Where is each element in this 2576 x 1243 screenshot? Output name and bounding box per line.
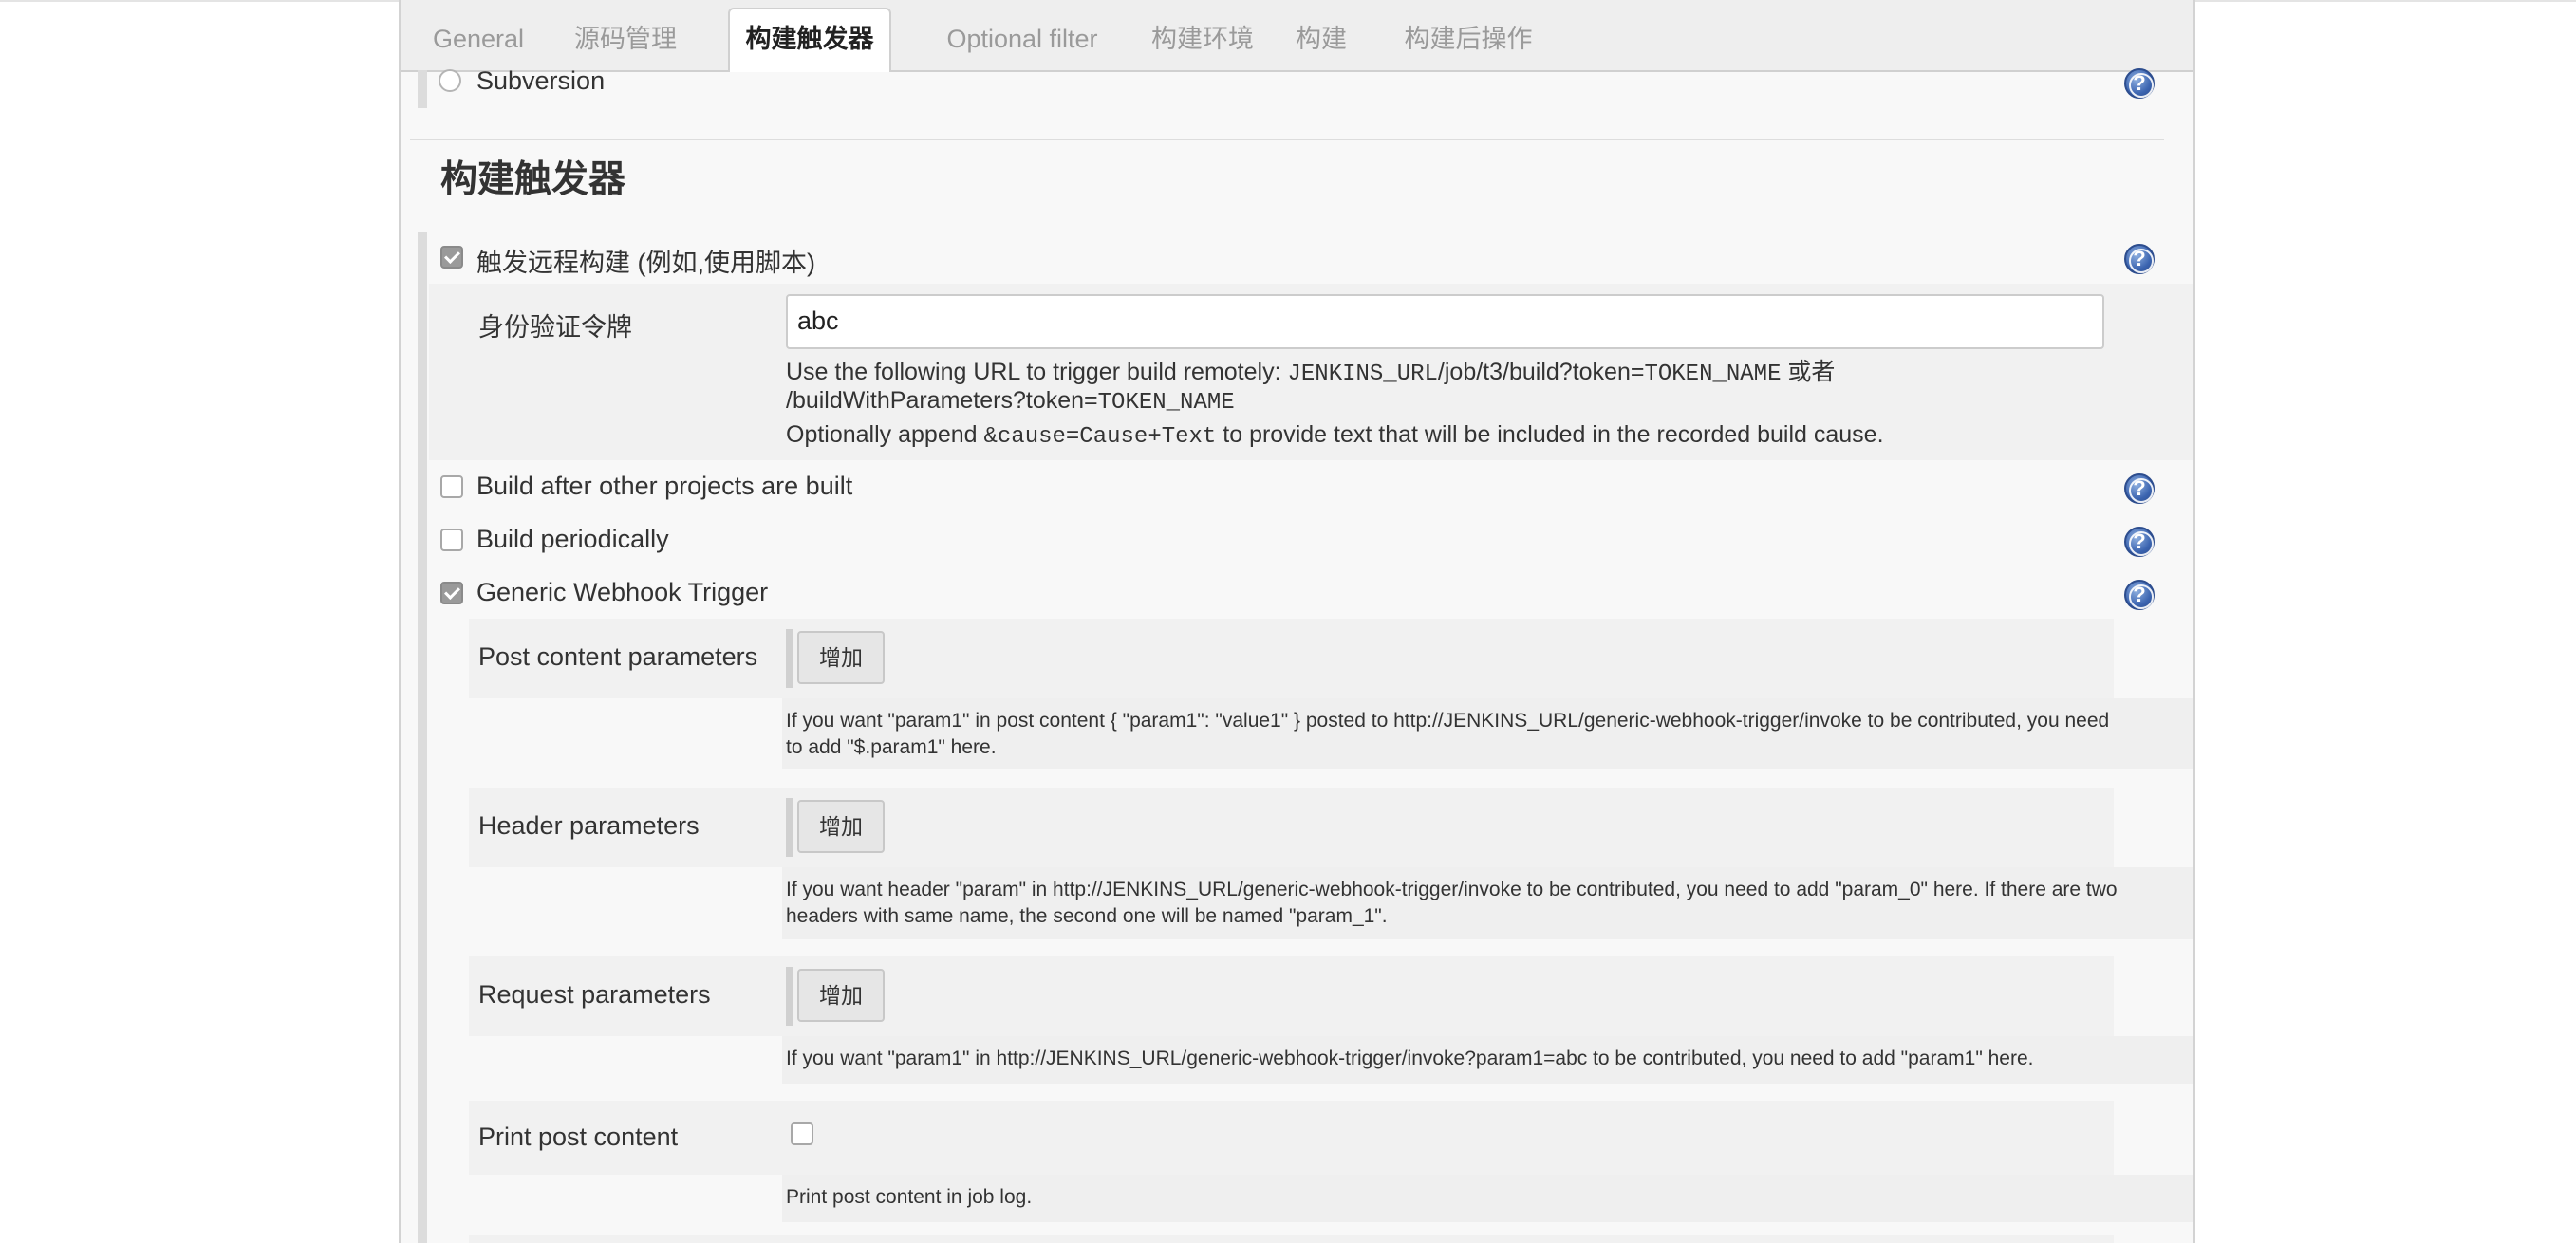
- header-params-help-line1: If you want header "param" in http://JEN…: [786, 879, 2118, 900]
- build-periodically-checkbox[interactable]: [440, 529, 463, 551]
- section-title: 构建触发器: [440, 159, 626, 200]
- request-params-grip: [786, 967, 793, 1026]
- config-panel: General 源码管理 构建触发器 Optional filter 构建环境 …: [399, 0, 2195, 1243]
- post-content-help-line1: If you want "param1" in post content { "…: [786, 710, 2110, 732]
- tab-build-env[interactable]: 构建环境: [1141, 9, 1264, 70]
- header-params-grip: [786, 798, 793, 857]
- remote-trigger-label: 触发远程构建 (例如,使用脚本): [476, 249, 815, 277]
- print-post-help-line1: Print post content in job log.: [786, 1186, 1033, 1208]
- request-params-row: [469, 956, 2114, 1036]
- next-row-edge: [469, 1235, 2114, 1243]
- tab-build-triggers[interactable]: 构建触发器: [728, 8, 891, 72]
- post-content-label: Post content parameters: [478, 642, 758, 671]
- tab-post-build[interactable]: 构建后操作: [1378, 9, 1559, 70]
- token-label: 身份验证令牌: [478, 313, 632, 342]
- tab-bar: General 源码管理 构建触发器 Optional filter 构建环境 …: [401, 0, 2193, 72]
- remote-url-help-line1: Use the following URL to trigger build r…: [786, 359, 1836, 387]
- generic-webhook-checkbox[interactable]: [440, 582, 463, 604]
- build-periodically-help-icon[interactable]: ?: [2124, 527, 2155, 557]
- token-input[interactable]: abc: [786, 294, 2104, 349]
- triggers-left-bar: [418, 232, 427, 1243]
- request-params-label: Request parameters: [478, 980, 711, 1009]
- build-after-help-icon[interactable]: ?: [2124, 473, 2155, 504]
- generic-webhook-help-icon[interactable]: ?: [2124, 580, 2155, 610]
- tab-build[interactable]: 构建: [1288, 9, 1354, 70]
- post-content-add-button[interactable]: 增加: [797, 631, 885, 684]
- build-periodically-label: Build periodically: [476, 525, 669, 553]
- print-post-label: Print post content: [478, 1122, 679, 1151]
- header-params-add-button[interactable]: 增加: [797, 800, 885, 853]
- header-params-label: Header parameters: [478, 811, 700, 840]
- subversion-label: Subversion: [476, 66, 606, 95]
- generic-webhook-label: Generic Webhook Trigger: [476, 578, 769, 606]
- post-content-grip: [786, 629, 793, 688]
- remote-trigger-checkbox[interactable]: [440, 246, 463, 269]
- post-content-help-line2: to add "$.param1" here.: [786, 736, 997, 758]
- section-divider: [410, 139, 2164, 140]
- remote-url-help-line2: /buildWithParameters?token=TOKEN_NAME: [786, 387, 1235, 416]
- request-params-add-button[interactable]: 增加: [797, 969, 885, 1022]
- print-post-row: [469, 1101, 2114, 1175]
- scm-left-bar: [418, 70, 427, 108]
- remote-url-help-line3: Optionally append &cause=Cause+Text to p…: [786, 421, 1884, 450]
- subversion-radio[interactable]: [439, 69, 461, 92]
- header-params-row: [469, 788, 2114, 867]
- subversion-help-icon[interactable]: ?: [2124, 68, 2155, 99]
- build-after-label: Build after other projects are built: [476, 472, 853, 500]
- tab-optional-filter[interactable]: Optional filter: [918, 9, 1127, 70]
- tab-general[interactable]: General: [421, 9, 535, 70]
- remote-trigger-help-icon[interactable]: ?: [2124, 244, 2155, 274]
- build-after-checkbox[interactable]: [440, 475, 463, 498]
- print-post-checkbox[interactable]: [791, 1122, 813, 1145]
- request-params-help-line1: If you want "param1" in http://JENKINS_U…: [786, 1048, 2034, 1069]
- tab-scm[interactable]: 源码管理: [564, 9, 687, 70]
- header-params-help-line2: headers with same name, the second one w…: [786, 905, 1388, 927]
